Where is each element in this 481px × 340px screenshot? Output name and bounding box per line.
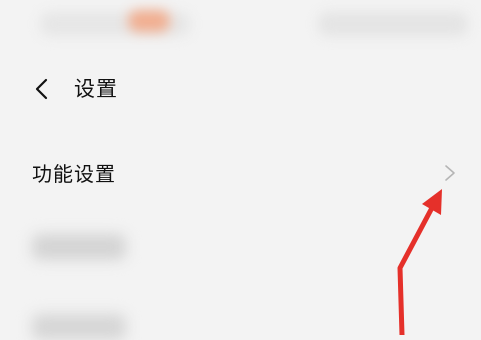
status-bar	[0, 0, 481, 58]
blurred-settings-item	[32, 314, 126, 340]
chevron-right-icon	[443, 163, 457, 183]
nav-bar: 设置	[0, 66, 481, 114]
back-icon[interactable]	[30, 75, 54, 103]
status-bar-right-blur	[318, 12, 468, 36]
settings-item-function-settings[interactable]: 功能设置	[0, 146, 481, 202]
page-title: 设置	[74, 77, 118, 101]
settings-item-label: 功能设置	[32, 162, 116, 186]
status-bar-accent-blur	[128, 10, 170, 32]
blurred-settings-item	[32, 234, 126, 260]
